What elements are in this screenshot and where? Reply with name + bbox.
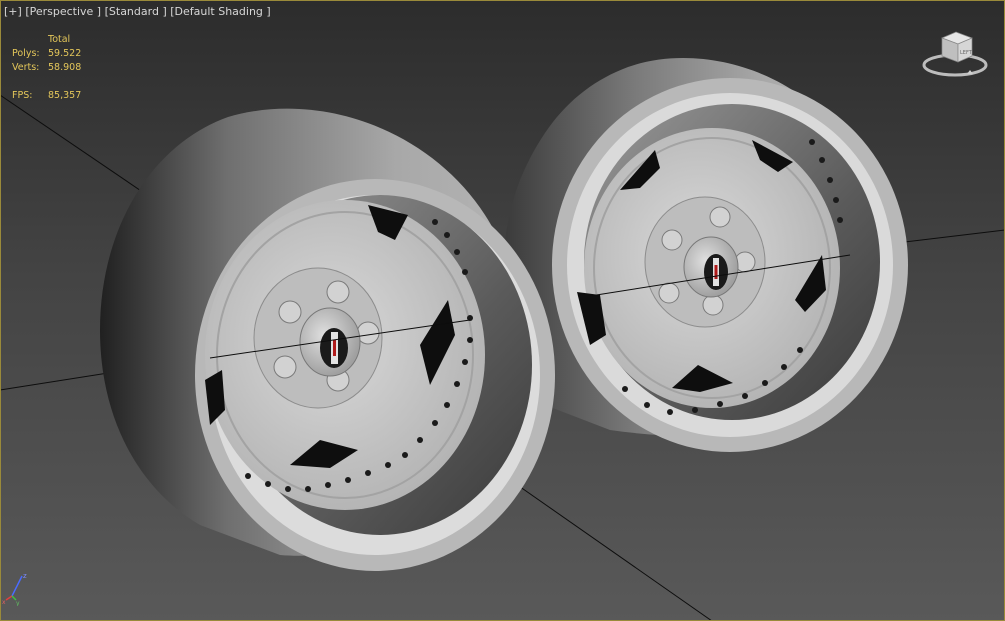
stats-polys-label: Polys: xyxy=(12,48,40,59)
viewport-preset-button[interactable]: [Standard ] xyxy=(105,5,167,18)
stats-verts-label: Verts: xyxy=(12,62,40,73)
viewport-view-button[interactable]: [Perspective ] xyxy=(25,5,101,18)
stats-polys-value: 59.522 xyxy=(48,48,82,59)
stats-fps-value: 85,357 xyxy=(48,90,82,101)
gizmo-x-label: x xyxy=(2,599,6,606)
viewcube-face-label: LEFT xyxy=(960,50,973,56)
viewport-shading-button[interactable]: [Default Shading ] xyxy=(170,5,270,18)
stats-header: Total xyxy=(48,34,71,45)
wheels-scene[interactable] xyxy=(0,0,1005,621)
perspective-viewport[interactable]: [+] [Perspective ] [Standard ] [Default … xyxy=(0,0,1005,621)
stats-fps-row: FPS: 85,357 xyxy=(12,89,108,103)
viewport-menu-button[interactable]: [+] xyxy=(4,5,22,18)
viewcube[interactable]: LEFT xyxy=(920,30,990,80)
viewport-label: [+] [Perspective ] [Standard ] [Default … xyxy=(4,5,271,18)
stats-verts-row: Verts: 58.908 xyxy=(12,61,108,75)
wheel-left[interactable] xyxy=(100,108,555,571)
stats-verts-value: 58.908 xyxy=(48,62,82,73)
gizmo-y-label: y xyxy=(16,600,20,606)
stats-polys-row: Polys: 59.522 xyxy=(12,47,108,61)
axis-gizmo: z x y xyxy=(2,572,27,606)
scene-statistics: Total Polys: 59.522 Verts: 58.908 FPS: 8… xyxy=(12,33,108,103)
gizmo-z-label: z xyxy=(23,572,27,580)
stats-fps-label: FPS: xyxy=(12,90,33,101)
